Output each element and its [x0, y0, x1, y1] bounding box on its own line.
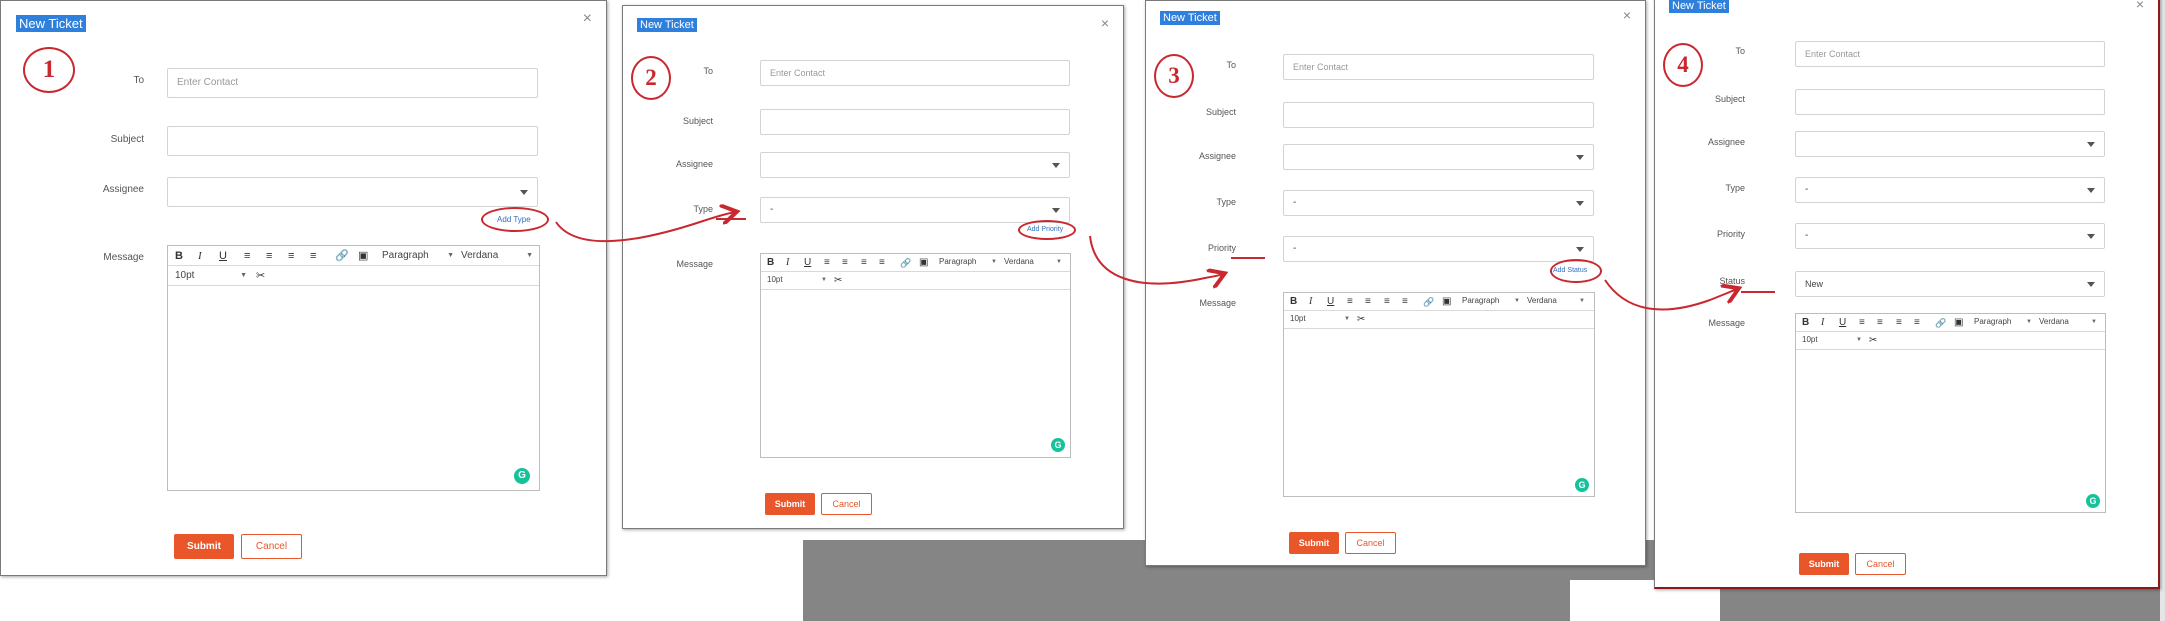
- annotation-arrows: [555, 0, 2165, 311]
- arrow-step-2-to-3: [1089, 235, 1223, 284]
- arrow-step-3-to-4: [1604, 279, 1737, 311]
- arrow-step-1-to-2: [555, 212, 735, 243]
